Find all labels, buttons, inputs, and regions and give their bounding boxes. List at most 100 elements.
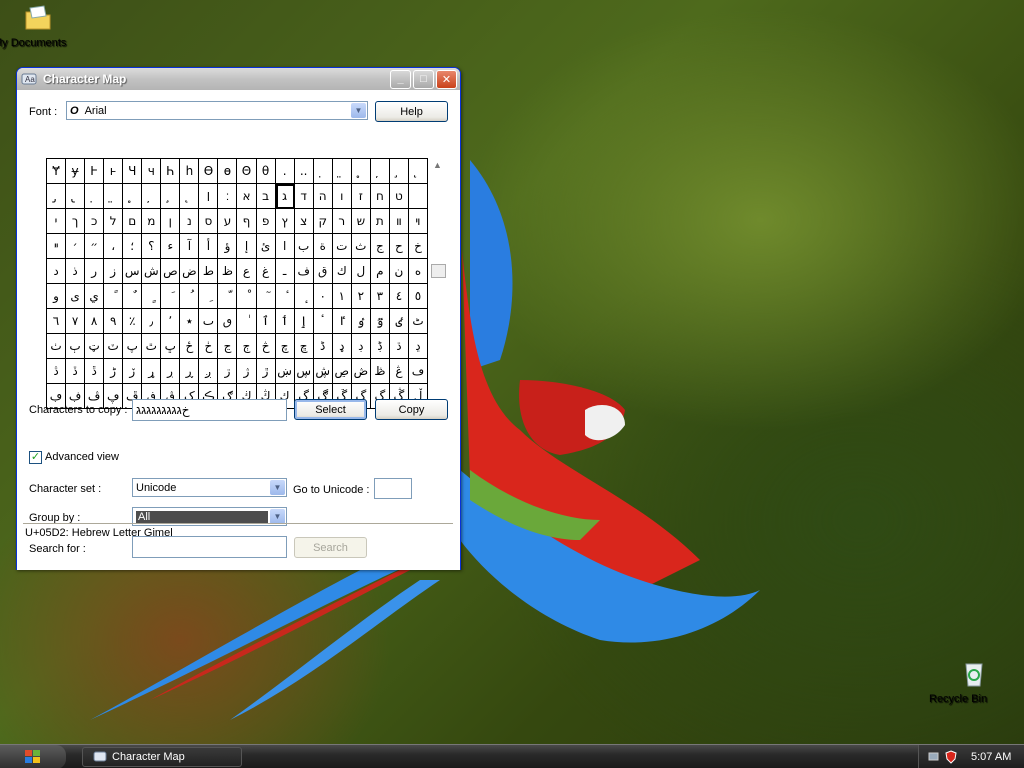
- character-cell[interactable]: ף: [237, 209, 257, 234]
- character-cell[interactable]: ך: [66, 209, 86, 234]
- character-cell[interactable]: ٢: [351, 284, 371, 309]
- my-documents-icon[interactable]: My Documents: [0, 2, 83, 49]
- character-cell[interactable]: س: [123, 259, 143, 284]
- character-cell[interactable]: ̦: [370, 159, 390, 184]
- character-cell[interactable]: ̥: [351, 159, 371, 184]
- character-cell[interactable]: ̧: [161, 184, 181, 209]
- character-cell[interactable]: ڈ: [313, 334, 333, 359]
- character-cell[interactable]: ט: [389, 184, 409, 209]
- character-cell[interactable]: Θ: [237, 159, 257, 184]
- character-cell[interactable]: ُ: [180, 284, 200, 309]
- character-cell[interactable]: ؛: [123, 234, 143, 259]
- character-cell[interactable]: ،: [104, 234, 124, 259]
- character-cell[interactable]: ٻ: [66, 334, 86, 359]
- character-cell[interactable]: ر: [85, 259, 105, 284]
- clock[interactable]: 5:07 AM: [971, 751, 1011, 763]
- character-cell[interactable]: ژ: [237, 359, 257, 384]
- character-cell[interactable]: ׃: [218, 184, 238, 209]
- character-cell[interactable]: ؤ: [218, 234, 238, 259]
- character-cell[interactable]: ّ: [218, 284, 238, 309]
- font-select[interactable]: O Arial ▼: [66, 101, 368, 120]
- character-cell[interactable]: ̢: [66, 184, 86, 209]
- character-cell[interactable]: ̡: [47, 184, 67, 209]
- character-cell[interactable]: ڂ: [199, 334, 219, 359]
- character-cell[interactable]: ן: [161, 209, 181, 234]
- character-cell[interactable]: ء: [161, 234, 181, 259]
- recycle-bin-icon[interactable]: Recycle Bin: [929, 658, 1019, 705]
- character-cell[interactable]: ح: [389, 234, 409, 259]
- character-cell[interactable]: أ: [199, 234, 219, 259]
- character-cell[interactable]: ص: [161, 259, 181, 284]
- character-cell[interactable]: ה: [313, 184, 333, 209]
- character-cell[interactable]: א: [237, 184, 257, 209]
- character-cell[interactable]: ̨: [180, 184, 200, 209]
- character-cell[interactable]: ٭: [180, 309, 200, 334]
- character-cell[interactable]: ئ: [256, 234, 276, 259]
- security-shield-icon[interactable]: [944, 750, 958, 764]
- character-cell[interactable]: ة: [313, 234, 333, 259]
- character-cell[interactable]: ط: [199, 259, 219, 284]
- character-cell[interactable]: ڏ: [66, 359, 86, 384]
- character-cell[interactable]: ى: [66, 284, 86, 309]
- character-cell[interactable]: ڜ: [313, 359, 333, 384]
- character-set-chevron-icon[interactable]: ▼: [270, 480, 285, 495]
- start-button[interactable]: [0, 745, 66, 768]
- scroll-thumb[interactable]: [431, 264, 446, 278]
- maximize-button[interactable]: □: [413, 69, 434, 89]
- character-cell[interactable]: ז: [351, 184, 371, 209]
- character-cell[interactable]: و: [47, 284, 67, 309]
- character-cell[interactable]: ٥: [408, 284, 428, 309]
- character-cell[interactable]: ٵ: [332, 309, 352, 334]
- character-cell[interactable]: ٪: [123, 309, 143, 334]
- character-cell[interactable]: ٸ: [389, 309, 409, 334]
- character-cell[interactable]: ̤: [104, 184, 124, 209]
- characters-to-copy-input[interactable]: ג‎ג‎ג‎ג‎ג‎ג‎ג‎ג‎ג‎خ: [132, 399, 287, 421]
- character-cell[interactable]: ١: [332, 284, 352, 309]
- character-cell[interactable]: נ: [180, 209, 200, 234]
- character-cell[interactable]: מ: [142, 209, 162, 234]
- character-cell[interactable]: ג: [275, 184, 295, 209]
- character-cell[interactable]: ٧: [66, 309, 86, 334]
- character-cell[interactable]: ٰ: [237, 309, 257, 334]
- character-cell[interactable]: ڡ: [408, 359, 428, 384]
- character-cell[interactable]: ̨: [408, 159, 428, 184]
- scroll-up-icon[interactable]: ▲: [433, 160, 442, 170]
- character-cell[interactable]: ̦: [142, 184, 162, 209]
- character-cell[interactable]: Ч: [123, 159, 143, 184]
- character-cell[interactable]: ن: [389, 259, 409, 284]
- character-cell[interactable]: ا: [275, 234, 295, 259]
- minimize-button[interactable]: _: [390, 69, 411, 89]
- character-cell[interactable]: ٮ: [199, 309, 219, 334]
- character-cell[interactable]: ڠ: [389, 359, 409, 384]
- character-cell[interactable]: ת: [370, 209, 390, 234]
- title-bar[interactable]: Aa Character Map _ □ ✕: [17, 68, 460, 90]
- character-cell[interactable]: ח: [370, 184, 390, 209]
- character-cell[interactable]: ٺ: [47, 334, 67, 359]
- character-cell[interactable]: ڔ: [161, 359, 181, 384]
- character-set-select[interactable]: Unicode ▼: [132, 478, 287, 497]
- character-cell[interactable]: ו: [332, 184, 352, 209]
- character-cell[interactable]: ك: [332, 259, 352, 284]
- character-cell[interactable]: ٦: [47, 309, 67, 334]
- character-cell[interactable]: ٴ: [313, 309, 333, 334]
- character-cell[interactable]: ٯ: [218, 309, 238, 334]
- character-cell[interactable]: Ⱶ: [85, 159, 105, 184]
- character-cell[interactable]: ̣: [313, 159, 333, 184]
- character-cell[interactable]: ق: [313, 259, 333, 284]
- character-cell[interactable]: خ: [408, 234, 428, 259]
- character-cell[interactable]: Ɏ: [47, 159, 67, 184]
- character-cell[interactable]: ِ: [199, 284, 219, 309]
- character-cell[interactable]: ٕ: [294, 284, 314, 309]
- character-cell[interactable]: ـ: [275, 259, 295, 284]
- character-cell[interactable]: ټ: [85, 334, 105, 359]
- character-cell[interactable]: ٳ: [294, 309, 314, 334]
- character-cell[interactable]: ز: [104, 259, 124, 284]
- character-cell[interactable]: ٬: [161, 309, 181, 334]
- character-cell[interactable]: ץ: [275, 209, 295, 234]
- character-cell[interactable]: ع: [237, 259, 257, 284]
- character-cell[interactable]: ٱ: [256, 309, 276, 334]
- character-cell[interactable]: آ: [180, 234, 200, 259]
- character-cell[interactable]: پ: [123, 334, 143, 359]
- character-cell[interactable]: ٣: [370, 284, 390, 309]
- character-cell[interactable]: ..: [294, 159, 314, 184]
